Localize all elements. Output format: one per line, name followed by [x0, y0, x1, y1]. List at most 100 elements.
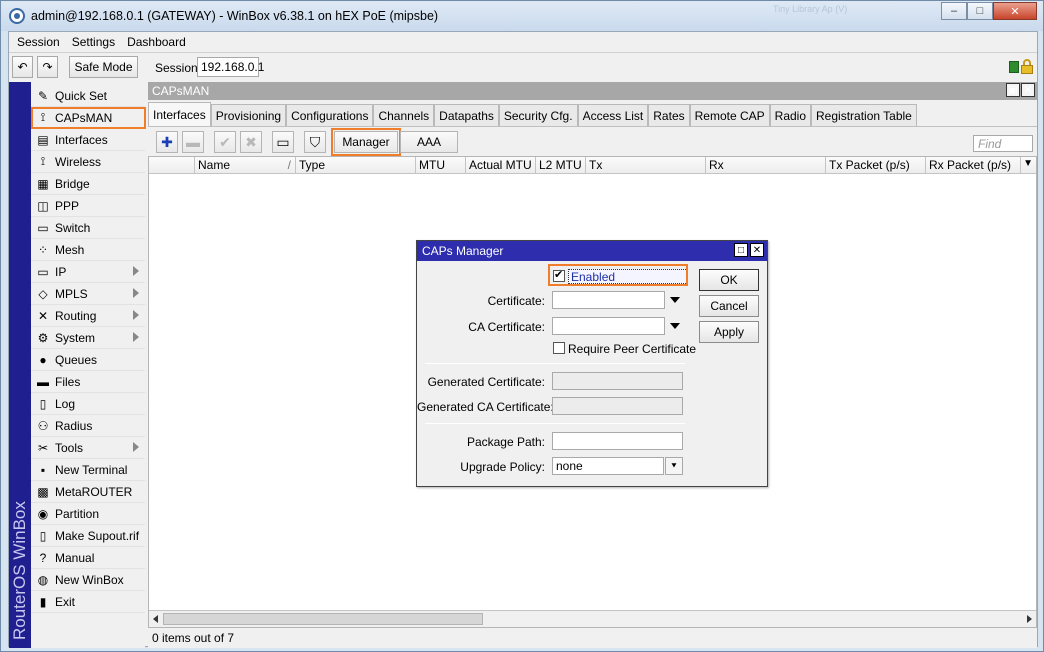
- horizontal-scrollbar[interactable]: [149, 610, 1036, 627]
- tab-radio[interactable]: Radio: [769, 104, 812, 126]
- minimize-button[interactable]: –: [941, 2, 967, 20]
- sidebar-item-exit[interactable]: ▮ Exit: [31, 591, 145, 613]
- ca-certificate-select[interactable]: [552, 317, 665, 335]
- scroll-right-icon[interactable]: [1027, 615, 1032, 623]
- column-header[interactable]: Name /: [195, 157, 296, 174]
- require-peer-checkbox[interactable]: [553, 342, 565, 354]
- column-header[interactable]: Rx Packet (p/s): [926, 157, 1021, 174]
- title-ghost-text: Tiny Library Ap (V): [773, 4, 848, 14]
- sidebar-item-mesh[interactable]: ⁘ Mesh: [31, 239, 145, 261]
- cancel-button[interactable]: Cancel: [699, 295, 759, 317]
- certificate-select[interactable]: [552, 291, 665, 309]
- dialog-title-bar[interactable]: CAPs Manager □ ✕: [417, 241, 767, 261]
- sidebar-item-radius[interactable]: ⚇ Radius: [31, 415, 145, 437]
- comment-button[interactable]: ▭: [272, 131, 294, 153]
- disable-button[interactable]: ✖: [240, 131, 262, 153]
- status-indicator-icon: [1009, 61, 1019, 73]
- redo-button[interactable]: ↷: [37, 56, 58, 78]
- sidebar-item-partition[interactable]: ◉ Partition: [31, 503, 145, 525]
- remove-button[interactable]: ▬: [182, 131, 204, 153]
- tab-rates[interactable]: Rates: [648, 104, 690, 126]
- aaa-button[interactable]: AAA: [400, 131, 458, 153]
- tab-provisioning[interactable]: Provisioning: [210, 104, 287, 126]
- switch-icon: ▭: [37, 220, 49, 235]
- metarouter-icon: ▩: [37, 484, 49, 499]
- help-icon: ?: [39, 550, 47, 565]
- sidebar-item-queues[interactable]: ● Queues: [31, 349, 145, 371]
- tab-remote-cap[interactable]: Remote CAP: [689, 104, 770, 126]
- close-button[interactable]: ✕: [993, 2, 1037, 20]
- sidebar-item-system[interactable]: ⚙ System: [31, 327, 145, 349]
- column-header[interactable]: Actual MTU: [466, 157, 536, 174]
- dialog-close-button[interactable]: ✕: [750, 243, 764, 257]
- find-input[interactable]: Find: [973, 135, 1033, 152]
- menu-settings[interactable]: Settings: [66, 35, 121, 49]
- filter-button[interactable]: ⛉: [304, 131, 326, 153]
- sidebar-item-switch[interactable]: ▭ Switch: [31, 217, 145, 239]
- apply-button[interactable]: Apply: [699, 321, 759, 343]
- tab-registration-table[interactable]: Registration Table: [811, 104, 917, 126]
- window-controls: – □ ✕: [941, 2, 1037, 20]
- session-field[interactable]: 192.168.0.1: [197, 57, 264, 77]
- sidebar-item-files[interactable]: ▬ Files: [31, 371, 145, 393]
- column-header[interactable]: Tx Packet (p/s): [826, 157, 926, 174]
- sidebar-item-new-terminal[interactable]: ▪ New Terminal: [31, 459, 145, 481]
- sidebar-item-interfaces[interactable]: ▤ Interfaces: [31, 129, 145, 151]
- package-path-input[interactable]: [552, 432, 683, 450]
- sidebar-item-quick-set[interactable]: ✎ Quick Set: [31, 85, 145, 107]
- sidebar-item-log[interactable]: ▯ Log: [31, 393, 145, 415]
- sidebar-item-mpls[interactable]: ◇ MPLS: [31, 283, 145, 305]
- safe-mode-button[interactable]: Safe Mode: [69, 56, 138, 78]
- column-header[interactable]: L2 MTU: [536, 157, 586, 174]
- tab-configurations[interactable]: Configurations: [286, 104, 374, 126]
- column-header[interactable]: MTU: [416, 157, 466, 174]
- maximize-button[interactable]: □: [967, 2, 993, 20]
- sidebar-item-wireless[interactable]: ⟟ Wireless: [31, 151, 145, 173]
- sidebar-item-ppp[interactable]: ◫ PPP: [31, 195, 145, 217]
- column-header[interactable]: Rx: [706, 157, 826, 174]
- sidebar-item-metarouter[interactable]: ▩ MetaROUTER: [31, 481, 145, 503]
- column-header[interactable]: Type: [296, 157, 416, 174]
- menu-dashboard[interactable]: Dashboard: [121, 35, 192, 49]
- scroll-left-icon[interactable]: [153, 615, 158, 623]
- scroll-thumb[interactable]: [163, 613, 483, 625]
- ok-button[interactable]: OK: [699, 269, 759, 291]
- separator: [425, 363, 685, 364]
- sidebar-item-routing[interactable]: ✕ Routing: [31, 305, 145, 327]
- ca-certificate-dropdown-icon[interactable]: [670, 323, 680, 329]
- sidebar-item-bridge[interactable]: ▦ Bridge: [31, 173, 145, 195]
- tab-datapaths[interactable]: Datapaths: [434, 104, 499, 126]
- table-header: Name / Type MTU Actual MTU L2 MTU Tx Rx Tx Packe…: [149, 157, 1036, 174]
- mesh-icon: ⁘: [37, 242, 49, 257]
- sidebar-item-tools[interactable]: ✂ Tools: [31, 437, 145, 459]
- enabled-label[interactable]: Enabled: [568, 269, 688, 284]
- sidebar-item-capsman[interactable]: ⟟ CAPsMAN: [31, 107, 145, 129]
- sidebar-item-make-supout-rif[interactable]: ▯ Make Supout.rif: [31, 525, 145, 547]
- tab-channels[interactable]: Channels: [373, 104, 435, 126]
- sidebar-item-label: System: [55, 330, 96, 345]
- panel-close-button[interactable]: ✕: [1021, 83, 1035, 97]
- title-bar[interactable]: admin@192.168.0.1 (GATEWAY) - WinBox v6.…: [1, 1, 1043, 31]
- sidebar-item-new-winbox[interactable]: ◍ New WinBox: [31, 569, 145, 591]
- manager-button[interactable]: Manager: [334, 131, 398, 153]
- sidebar-item-label: New WinBox: [55, 572, 124, 587]
- menu-session[interactable]: Session: [11, 35, 66, 49]
- enabled-checkbox[interactable]: [553, 268, 565, 282]
- tab-access-list[interactable]: Access List: [577, 104, 649, 126]
- upgrade-policy-dropdown-icon[interactable]: ⯆: [665, 457, 683, 475]
- add-button[interactable]: ✚: [156, 131, 178, 153]
- sidebar-item-ip[interactable]: ▭ IP: [31, 261, 145, 283]
- panel-restore-button[interactable]: ▣: [1006, 83, 1020, 97]
- document-icon: ▯: [39, 528, 47, 543]
- enable-button[interactable]: ✔: [214, 131, 236, 153]
- certificate-dropdown-icon[interactable]: [670, 297, 680, 303]
- tab-interfaces[interactable]: Interfaces: [148, 102, 211, 126]
- tab-security-cfg-[interactable]: Security Cfg.: [498, 104, 578, 126]
- sidebar-item-manual[interactable]: ? Manual: [31, 547, 145, 569]
- dialog-restore-button[interactable]: □: [734, 243, 748, 257]
- column-header[interactable]: [149, 157, 195, 174]
- column-menu-icon[interactable]: ▼: [1023, 158, 1033, 169]
- upgrade-policy-select[interactable]: none: [552, 457, 664, 475]
- column-header[interactable]: Tx: [586, 157, 706, 174]
- undo-button[interactable]: ↶: [12, 56, 33, 78]
